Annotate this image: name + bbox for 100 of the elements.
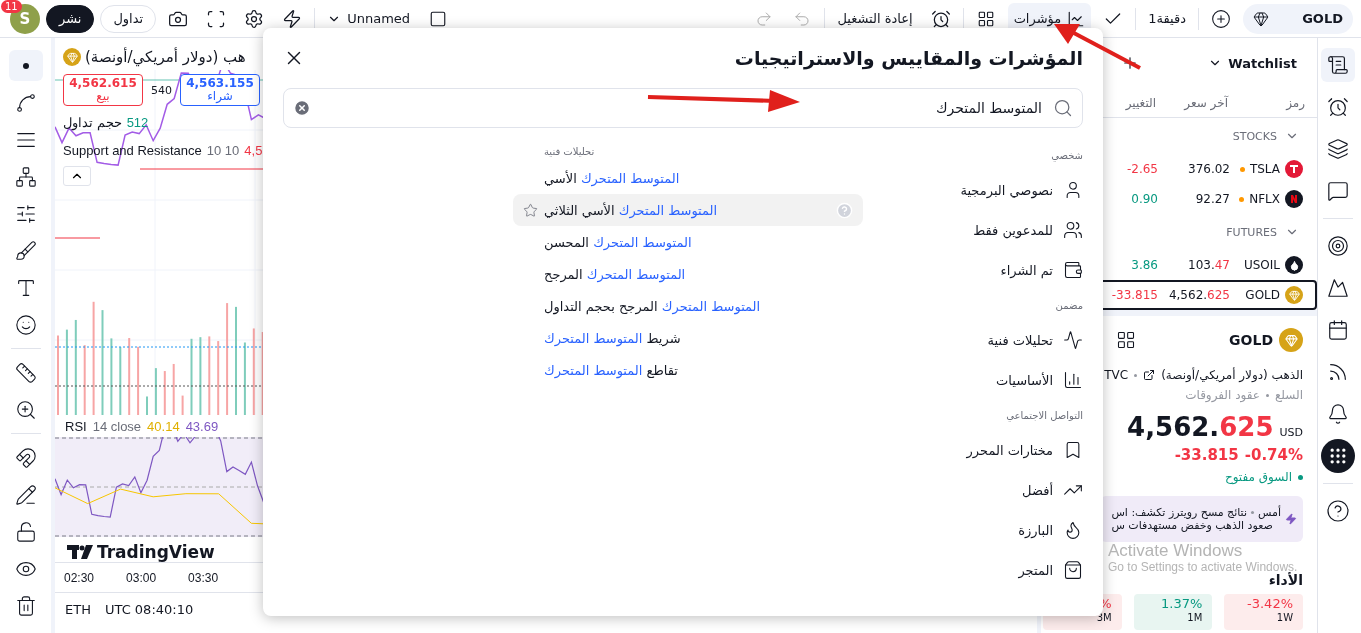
support-line xyxy=(55,237,101,239)
news-headline: صعود الذهب وخفض مستهدفات س xyxy=(1111,519,1273,532)
result-row[interactable]: المتوسط المتحرك المرجح بحجم التداول xyxy=(513,290,863,322)
help-icon[interactable] xyxy=(1326,499,1350,523)
exchange-label: TVC xyxy=(1104,368,1129,382)
session-label[interactable]: ETH xyxy=(65,602,91,617)
category-heading: مضمن xyxy=(1054,298,1083,313)
zoom-in-icon[interactable] xyxy=(14,398,37,421)
search-field[interactable]: المتوسط المتحرك xyxy=(283,88,1083,128)
category-item[interactable]: تحليلات فنية xyxy=(987,320,1083,360)
result-row[interactable]: المتوسط المتحرك المحسن xyxy=(513,226,863,258)
category-item[interactable]: نصوصي البرمجية xyxy=(960,170,1083,210)
mountain-icon[interactable] xyxy=(1327,277,1349,299)
search-icon xyxy=(1053,98,1073,118)
indicator-name: حجم تداول xyxy=(63,114,122,130)
bell-icon[interactable] xyxy=(1327,403,1349,425)
trash-icon[interactable] xyxy=(14,594,37,617)
cursor-tool-button[interactable] xyxy=(8,50,43,81)
group-header[interactable]: FUTURES xyxy=(1226,225,1277,239)
spread-value: 540 xyxy=(151,83,172,97)
change-percent: -0.74% xyxy=(1244,446,1303,464)
result-row[interactable]: المتوسط المتحرك الأسي xyxy=(513,162,863,194)
category-item[interactable]: الأساسيات xyxy=(996,360,1083,400)
brush-icon[interactable] xyxy=(14,239,37,262)
brand-name: TradingView xyxy=(97,542,215,562)
time-axis-label: 03:00 xyxy=(126,570,157,585)
time-axis-label: 03:30 xyxy=(188,570,219,585)
interval-button[interactable]: 1دقيقة xyxy=(1142,2,1192,35)
smiley-icon[interactable] xyxy=(14,313,37,336)
category-item[interactable]: البارزة xyxy=(1018,510,1083,550)
column-header[interactable]: رمز xyxy=(1286,95,1305,110)
change-value: 0.90 xyxy=(1131,192,1158,206)
layers-icon[interactable] xyxy=(1327,138,1349,160)
result-row[interactable]: تقاطع المتوسط المتحرك xyxy=(513,354,863,386)
price-value: 4,562.625 xyxy=(1127,412,1274,442)
calendar-icon[interactable] xyxy=(1327,319,1349,341)
bar-chart-icon xyxy=(1063,370,1083,390)
logo-icon xyxy=(1285,160,1303,178)
category-item[interactable]: أفضل xyxy=(1022,470,1083,510)
pencil-icon[interactable] xyxy=(14,483,37,506)
trade-button[interactable]: تداول xyxy=(100,4,157,33)
symbol-name: NFLX xyxy=(1249,192,1280,206)
status-dot xyxy=(1298,474,1303,480)
apps-button[interactable] xyxy=(1321,439,1355,473)
indicator-params: 10 10 xyxy=(206,142,240,158)
performance-tile: -3.42% 1W xyxy=(1224,594,1303,630)
layout-name-button[interactable]: Unnamed xyxy=(321,2,417,35)
change-value: -33.815 xyxy=(1174,446,1239,464)
magnet-icon[interactable] xyxy=(14,446,37,469)
target-icon[interactable] xyxy=(1327,235,1349,257)
lightning-icon[interactable] xyxy=(282,8,303,29)
column-header[interactable]: التغيير xyxy=(1125,95,1156,110)
change-value: -2.65 xyxy=(1126,162,1158,176)
settings-icon[interactable] xyxy=(244,8,265,29)
result-row[interactable]: شريط المتوسط المتحرك xyxy=(513,322,863,354)
news-headline: نتائج مسح رويترز تكشف: اس xyxy=(1111,506,1247,519)
currency-label: USD xyxy=(1279,426,1303,439)
wallet-icon xyxy=(1063,260,1083,280)
feed-icon[interactable] xyxy=(1327,361,1349,383)
activation-title: Activate Windows xyxy=(1108,542,1244,561)
publish-button[interactable]: نشر xyxy=(46,4,95,33)
watchlist-title-button[interactable]: Watchlist xyxy=(1202,47,1303,79)
indicator-value: 40.14 xyxy=(147,418,180,434)
symbol-search-field[interactable]: GOLD xyxy=(1243,3,1353,34)
collapse-button[interactable] xyxy=(63,166,91,186)
group-header[interactable]: STOCKS xyxy=(1232,129,1277,143)
category-heading: التواصل الاجتماعي xyxy=(1005,408,1083,424)
square-icon[interactable] xyxy=(429,9,448,28)
clock-label: UTC 08:40:10 xyxy=(104,602,194,617)
category-heading: شخصي xyxy=(1050,148,1083,164)
category-item[interactable]: المتجر xyxy=(1018,550,1083,590)
external-link-icon[interactable] xyxy=(1143,369,1156,381)
instrument-name: الذهب (دولار أمريكي/أونصة) xyxy=(1161,368,1303,382)
add-icon[interactable] xyxy=(1211,8,1231,29)
category-item[interactable]: مختارات المحرر xyxy=(966,430,1083,470)
last-price: 92.27 xyxy=(1195,192,1230,206)
grid-icon[interactable] xyxy=(1116,330,1136,350)
list-icon[interactable] xyxy=(1327,54,1349,76)
star-icon[interactable] xyxy=(523,202,538,218)
logo-icon xyxy=(1285,190,1303,208)
sliders-icon[interactable] xyxy=(14,202,37,225)
change-value: -33.815 xyxy=(1111,288,1158,302)
alarm-icon[interactable] xyxy=(930,8,951,29)
trend-line-icon[interactable] xyxy=(14,91,37,114)
category-item[interactable]: للمدعوين فقط xyxy=(973,210,1083,250)
grid-icon[interactable] xyxy=(976,9,995,28)
indicator-name: RSI xyxy=(65,418,87,434)
pattern-icon[interactable] xyxy=(14,165,37,188)
news-card[interactable]: أمس نتائج مسح رويترز تكشف: اس صعود الذهب وخفض مستهدفات س xyxy=(1100,496,1303,542)
unlock-icon[interactable] xyxy=(14,520,37,543)
alarm-icon[interactable] xyxy=(1327,96,1349,118)
symbol-name: TSLA xyxy=(1249,162,1280,176)
fullscreen-icon[interactable] xyxy=(206,8,227,29)
shopping-bag-icon xyxy=(1063,560,1083,580)
column-header[interactable]: آخر سعر xyxy=(1184,95,1228,110)
ruler-icon[interactable] xyxy=(14,361,37,384)
replay-button[interactable]: إعادة التشغيل xyxy=(831,2,919,35)
result-row[interactable]: المتوسط المتحرك الأسي الثلاثي xyxy=(513,194,863,226)
chat-icon[interactable] xyxy=(1327,180,1349,202)
result-row[interactable]: المتوسط المتحرك المرجح xyxy=(513,258,863,290)
